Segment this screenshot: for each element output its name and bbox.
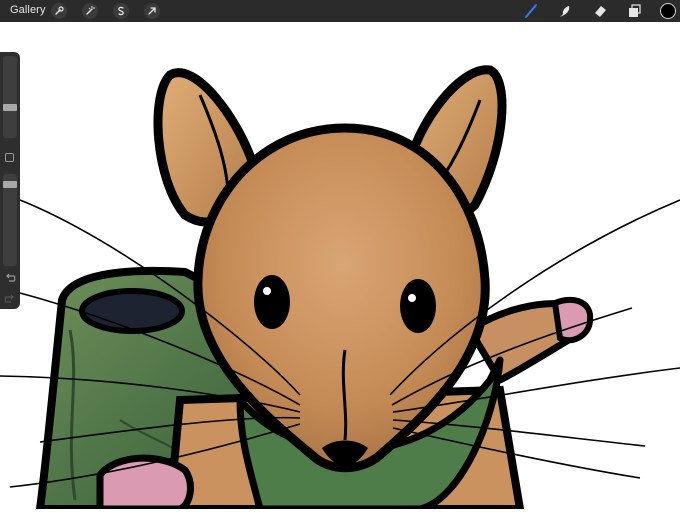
brush-icon[interactable] — [522, 2, 540, 20]
undo-icon[interactable] — [4, 272, 16, 284]
right-arm — [466, 296, 594, 384]
color-picker-swatch[interactable] — [660, 3, 676, 19]
left-hand — [96, 454, 194, 513]
opacity-slider[interactable] — [3, 174, 17, 266]
selection-icon[interactable] — [113, 3, 129, 19]
magic-wand-icon[interactable] — [82, 3, 98, 19]
eraser-icon[interactable] — [591, 2, 609, 20]
opacity-thumb[interactable] — [3, 181, 17, 188]
gallery-button[interactable]: Gallery — [10, 4, 46, 16]
wrench-icon[interactable] — [51, 3, 67, 19]
transform-arrow-icon[interactable] — [144, 3, 160, 19]
brush-size-thumb[interactable] — [3, 104, 17, 111]
mouse-illustration — [0, 65, 680, 513]
top-toolbar: Gallery — [0, 0, 680, 22]
brush-size-slider[interactable] — [3, 56, 17, 138]
redo-icon[interactable] — [4, 293, 16, 305]
drawing-canvas[interactable] — [0, 22, 680, 513]
left-sidebar — [0, 52, 20, 309]
modify-square-icon[interactable] — [5, 153, 14, 162]
smudge-icon[interactable] — [556, 2, 574, 20]
layers-icon[interactable] — [625, 2, 643, 20]
